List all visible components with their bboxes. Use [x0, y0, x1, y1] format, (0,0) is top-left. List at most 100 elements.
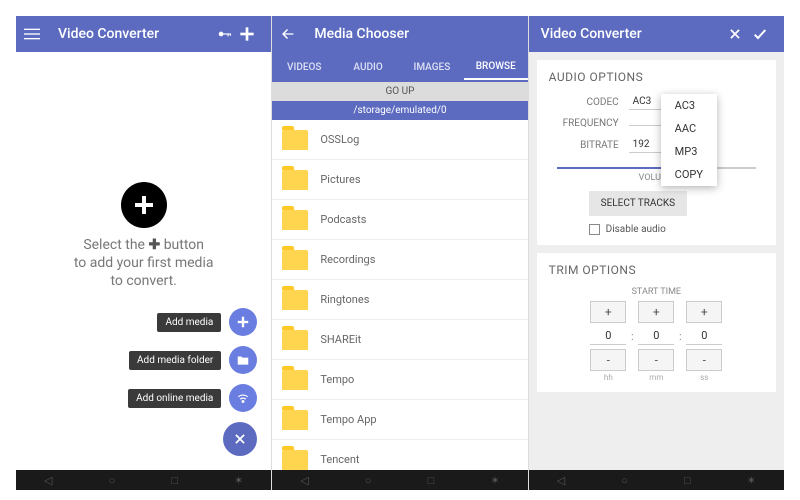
codec-option[interactable]: AC3 [661, 94, 717, 117]
appbar-home: Video Converter [16, 16, 271, 52]
folder-name: Ringtones [320, 293, 369, 306]
mm-value[interactable]: 0 [638, 327, 674, 345]
folder-icon [282, 170, 308, 190]
appbar-chooser: Media Chooser [272, 16, 527, 52]
folder-row[interactable]: Tempo [272, 360, 527, 400]
big-plus-icon[interactable] [121, 182, 167, 228]
nav-accessibility-icon[interactable]: ✶ [490, 474, 499, 487]
back-icon[interactable] [280, 26, 304, 42]
folder-icon [282, 330, 308, 350]
tab-audio[interactable]: AUDIO [336, 56, 400, 79]
audio-options-card: AUDIO OPTIONS CODEC AC3 ▼ FREQUENCY ▼ Hz… [537, 60, 776, 245]
tab-browse[interactable]: BROWSE [464, 55, 528, 80]
folder-name: Tempo [320, 373, 354, 386]
ss-minus-button[interactable]: - [686, 349, 722, 371]
nav-back-icon[interactable]: ◁ [557, 474, 565, 487]
folder-name: OSSLog [320, 133, 359, 146]
app-title: Video Converter [58, 26, 215, 42]
mm-plus-button[interactable]: + [638, 301, 674, 323]
tab-videos[interactable]: VIDEOS [272, 56, 336, 79]
codec-option[interactable]: COPY [661, 163, 717, 186]
folder-name: Pictures [320, 173, 360, 186]
close-icon[interactable] [728, 27, 752, 41]
volume-label: VOLUME [549, 173, 764, 183]
folder-icon [282, 130, 308, 150]
folder-row[interactable]: Ringtones [272, 280, 527, 320]
menu-icon[interactable] [24, 26, 48, 42]
folder-row[interactable]: OSSLog [272, 120, 527, 160]
trim-options-heading: TRIM OPTIONS [549, 263, 764, 277]
folder-icon [282, 250, 308, 270]
chooser-tabs: VIDEOS AUDIO IMAGES BROWSE [272, 52, 527, 82]
android-navbar: ◁ ○ □ ✶ [16, 470, 271, 490]
close-fab-button[interactable] [223, 422, 257, 456]
hh-minus-button[interactable]: - [590, 349, 626, 371]
nav-recent-icon[interactable]: □ [428, 474, 435, 487]
folder-name: SHAREit [320, 333, 361, 346]
add-online-button[interactable] [229, 384, 257, 412]
disable-audio-row[interactable]: Disable audio [589, 224, 764, 235]
folder-row[interactable]: Tempo App [272, 400, 527, 440]
frequency-row: FREQUENCY ▼ Hz [549, 118, 764, 129]
codec-option[interactable]: MP3 [661, 140, 717, 163]
codec-dropdown[interactable]: AC3AACMP3COPY [661, 94, 717, 186]
folder-name: Podcasts [320, 213, 366, 226]
select-tracks-button[interactable]: SELECT TRACKS [589, 191, 687, 216]
folder-name: Tencent [320, 453, 359, 466]
start-time-label: START TIME [549, 287, 764, 297]
folder-row[interactable]: SHAREit [272, 320, 527, 360]
codec-option[interactable]: AAC [661, 117, 717, 140]
nav-home-icon[interactable]: ○ [109, 474, 116, 487]
nav-home-icon[interactable]: ○ [365, 474, 372, 487]
add-media-button[interactable] [229, 308, 257, 336]
folder-row[interactable]: Recordings [272, 240, 527, 280]
nav-accessibility-icon[interactable]: ✶ [234, 474, 243, 487]
android-navbar: ◁ ○ □ ✶ [272, 470, 527, 490]
current-path[interactable]: /storage/emulated/0 [272, 101, 527, 120]
fab-label-add-folder: Add media folder [129, 351, 221, 370]
folder-row[interactable]: Podcasts [272, 200, 527, 240]
options-body: AUDIO OPTIONS CODEC AC3 ▼ FREQUENCY ▼ Hz… [529, 52, 784, 470]
ss-value[interactable]: 0 [686, 327, 722, 345]
confirm-icon[interactable] [752, 26, 776, 42]
hh-value[interactable]: 0 [590, 327, 626, 345]
folder-name: Recordings [320, 253, 375, 266]
ss-plus-button[interactable]: + [686, 301, 722, 323]
checkbox-icon[interactable] [589, 224, 600, 235]
nav-recent-icon[interactable]: □ [171, 474, 178, 487]
fab-label-add-online: Add online media [128, 389, 221, 408]
disable-audio-label: Disable audio [606, 224, 666, 235]
folder-name: Tempo App [320, 413, 376, 426]
nav-accessibility-icon[interactable]: ✶ [747, 474, 756, 487]
folder-icon [282, 290, 308, 310]
add-folder-button[interactable] [229, 346, 257, 374]
codec-row: CODEC AC3 ▼ [549, 94, 764, 110]
key-icon[interactable] [215, 27, 239, 41]
folder-list: OSSLog Pictures Podcasts Recordings Ringtone… [272, 120, 527, 470]
hh-plus-button[interactable]: + [590, 301, 626, 323]
fab-label-add-media: Add media [157, 313, 221, 332]
folder-icon [282, 210, 308, 230]
chooser-title: Media Chooser [314, 26, 519, 42]
fab-stack: Add media Add media folder Add online me… [128, 308, 257, 456]
folder-icon [282, 410, 308, 430]
intro-text: Select the ✚ button to add your first me… [16, 236, 271, 291]
bitrate-row: BITRATE 192 ▼ kB [549, 137, 764, 153]
nav-back-icon[interactable]: ◁ [44, 474, 52, 487]
pane-home: Video Converter Select the ✚ button to a… [16, 16, 271, 490]
folder-icon [282, 450, 308, 470]
nav-back-icon[interactable]: ◁ [300, 474, 308, 487]
mm-minus-button[interactable]: - [638, 349, 674, 371]
plus-icon[interactable] [239, 26, 263, 42]
android-navbar: ◁ ○ □ ✶ [529, 470, 784, 490]
volume-slider[interactable] [557, 167, 756, 169]
go-up-button[interactable]: GO UP [272, 82, 527, 101]
tab-images[interactable]: IMAGES [400, 56, 464, 79]
options-title: Video Converter [541, 26, 728, 42]
folder-icon [282, 370, 308, 390]
folder-row[interactable]: Pictures [272, 160, 527, 200]
nav-recent-icon[interactable]: □ [684, 474, 691, 487]
folder-row[interactable]: Tencent [272, 440, 527, 470]
plus-inline-icon: ✚ [148, 237, 160, 253]
nav-home-icon[interactable]: ○ [621, 474, 628, 487]
